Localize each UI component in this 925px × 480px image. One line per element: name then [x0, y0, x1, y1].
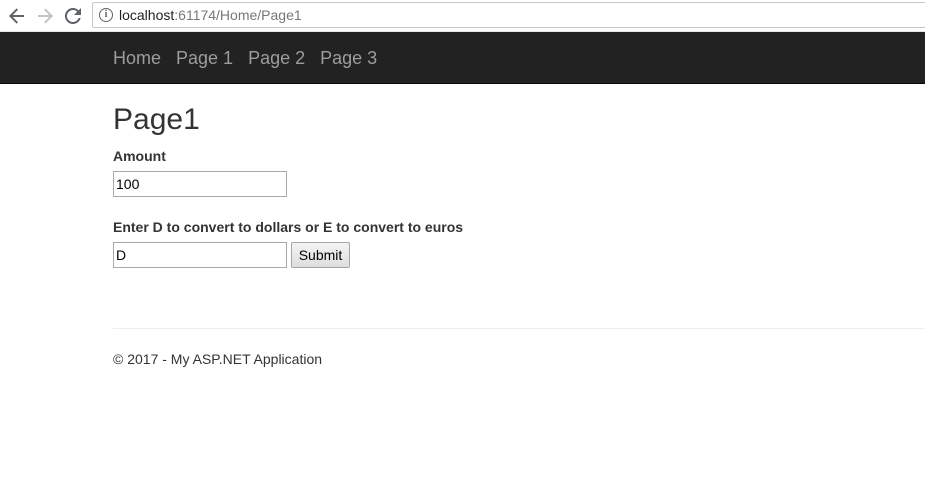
reload-icon[interactable]: [62, 5, 84, 27]
info-icon[interactable]: i: [99, 8, 113, 22]
address-bar[interactable]: i localhost:61174/Home/Page1: [92, 2, 925, 28]
nav-link-page-2[interactable]: Page 2: [248, 47, 305, 69]
url-text: localhost:61174/Home/Page1: [119, 7, 302, 24]
currency-code-input[interactable]: [113, 242, 287, 268]
nav-link-home[interactable]: Home: [113, 47, 161, 69]
amount-input[interactable]: [113, 171, 287, 197]
nav-link-page-1[interactable]: Page 1: [176, 47, 233, 69]
page-title: Page1: [113, 103, 200, 136]
nav-links: Home Page 1 Page 2 Page 3: [113, 47, 392, 69]
footer-divider: [113, 328, 925, 329]
amount-label: Amount: [113, 148, 166, 164]
site-navbar: Home Page 1 Page 2 Page 3: [0, 32, 925, 84]
forward-arrow-icon[interactable]: [34, 5, 56, 27]
url-host: localhost: [119, 7, 175, 23]
browser-toolbar: i localhost:61174/Home/Page1: [0, 0, 925, 32]
back-arrow-icon[interactable]: [6, 5, 28, 27]
nav-link-page-3[interactable]: Page 3: [320, 47, 377, 69]
url-path: :61174/Home/Page1: [174, 7, 302, 23]
currency-code-label: Enter D to convert to dollars or E to co…: [113, 219, 464, 235]
submit-button[interactable]: Submit: [291, 242, 350, 268]
footer-copyright: © 2017 - My ASP.NET Application: [113, 351, 323, 367]
